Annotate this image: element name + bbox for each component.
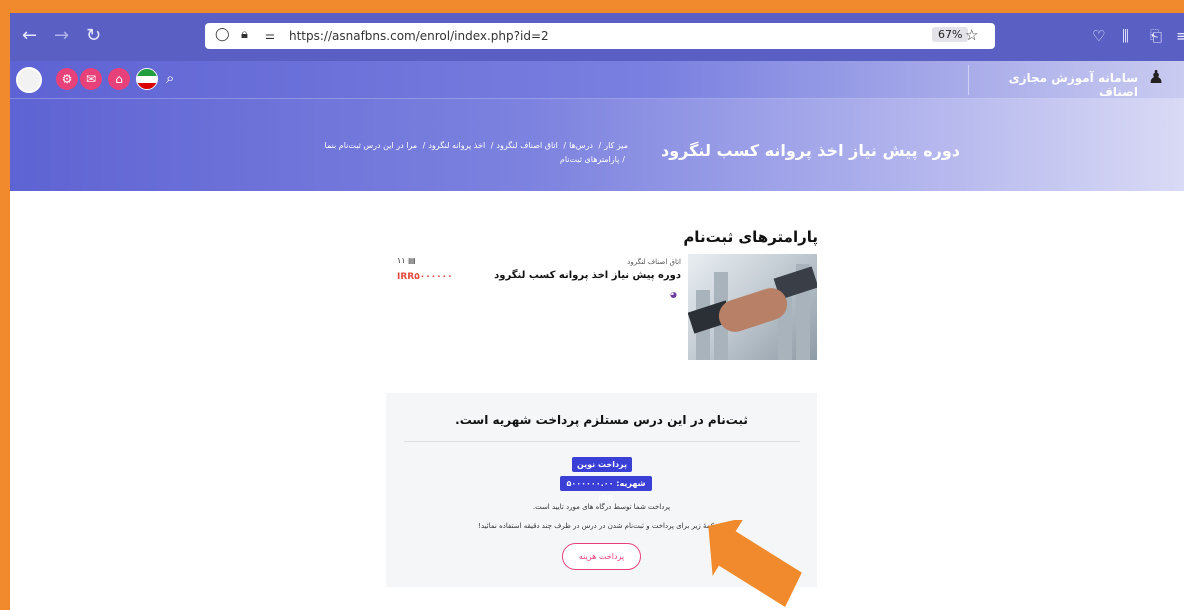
url-text[interactable]: https://asnafbns.com/enrol/index.php?id=… [289,29,549,43]
card-divider [404,441,800,442]
search-icon[interactable]: ⌕ [166,69,174,87]
breadcrumb-item-dashboard[interactable]: میز کار [604,141,628,150]
address-bar[interactable]: ◯ 🔒︎ ⚌ https://asnafbns.com/enrol/index.… [205,23,995,49]
screenshot-frame: ← → ↻ ◯ 🔒︎ ⚌ https://asnafbns.com/enrol/… [0,0,1184,610]
enrolled-count: ۱۱ ▤ [397,256,416,265]
lock-icon[interactable]: 🔒︎ [241,27,248,42]
library-icon[interactable]: ⫼ [1122,27,1129,45]
zoom-level[interactable]: 67% [932,27,969,42]
permissions-icon[interactable]: ⚌ [265,29,275,42]
annotation-arrow-icon [708,520,802,607]
course-image[interactable] [688,254,817,360]
course-hero-banner: دوره پیش نیاز اخذ پروانه کسب لنگرود میز … [10,99,1184,191]
settings-icon[interactable]: ⚙ [56,68,78,90]
breadcrumb-item-category[interactable]: اتاق اصناف لنگرود [496,141,557,150]
site-title[interactable]: سامانه آموزش مجازی اصناف [988,71,1138,99]
payment-title: ثبت‌نام در این درس مستلزم پرداخت شهریه ا… [455,413,748,427]
breadcrumb: میز کار/ درس‌ها/ اتاق اصناف لنگرود/ اخذ … [324,141,629,164]
course-name-link[interactable]: دوره پیش نیاز اخذ پروانه کسب لنگرود [480,270,681,281]
breadcrumb-item-courses[interactable]: درس‌ها [569,141,593,150]
breadcrumb-item-course[interactable]: اخذ پروانه لنگرود [428,141,485,150]
forward-arrow-icon[interactable]: → [54,26,69,46]
site-header: ⚙ ✉ ⌂ ⌕ سامانه آموزش مجازی اصناف ♟ [10,61,1184,99]
course-badge-icon: ◕ [670,290,677,299]
language-flag-icon[interactable] [136,68,158,90]
course-title: دوره پیش نیاز اخذ پروانه کسب لنگرود [661,141,960,160]
pocket-icon[interactable]: ♡ [1092,27,1105,45]
fee-badge: شهریه: ۵۰۰۰۰۰۰.۰۰ IRR [560,476,652,503]
shield-icon[interactable]: ◯ [215,27,230,42]
menu-icon[interactable]: ≡ [1176,27,1184,45]
bookmark-star-icon[interactable]: ☆ [965,26,978,44]
header-divider [968,65,969,95]
annotation-border-left [0,0,10,610]
avatar[interactable] [16,67,42,93]
course-price: IRR۵۰۰۰۰۰۰ [397,272,453,282]
extensions-icon[interactable]: ⎗ [1150,27,1162,45]
course-category[interactable]: اتاق اصناف لنگرود [540,258,681,266]
home-icon[interactable]: ⌂ [108,68,130,90]
site-logo-icon[interactable]: ♟ [1148,67,1164,88]
pay-fee-button[interactable]: پرداخت هزینه [562,543,641,570]
users-icon: ▤ [408,256,416,265]
payment-gateway-badge: پرداخت نوین [572,457,632,472]
back-arrow-icon[interactable]: ← [22,26,37,46]
reload-icon[interactable]: ↻ [86,26,101,46]
page-title: پارامترهای ثبت‌نام [683,228,818,246]
breadcrumb-item-enrol-options: پارامترهای ثبت‌نام [559,155,620,164]
breadcrumb-item-enrol-me[interactable]: مرا در این درس ثبت‌نام بنما [325,141,418,150]
payment-note: پرداخت شما توسط درگاه های مورد تایید است… [532,503,671,511]
messages-icon[interactable]: ✉ [80,68,102,90]
browser-toolbar: ← → ↻ ◯ 🔒︎ ⚌ https://asnafbns.com/enrol/… [10,13,1184,61]
annotation-border-top [0,0,1184,13]
